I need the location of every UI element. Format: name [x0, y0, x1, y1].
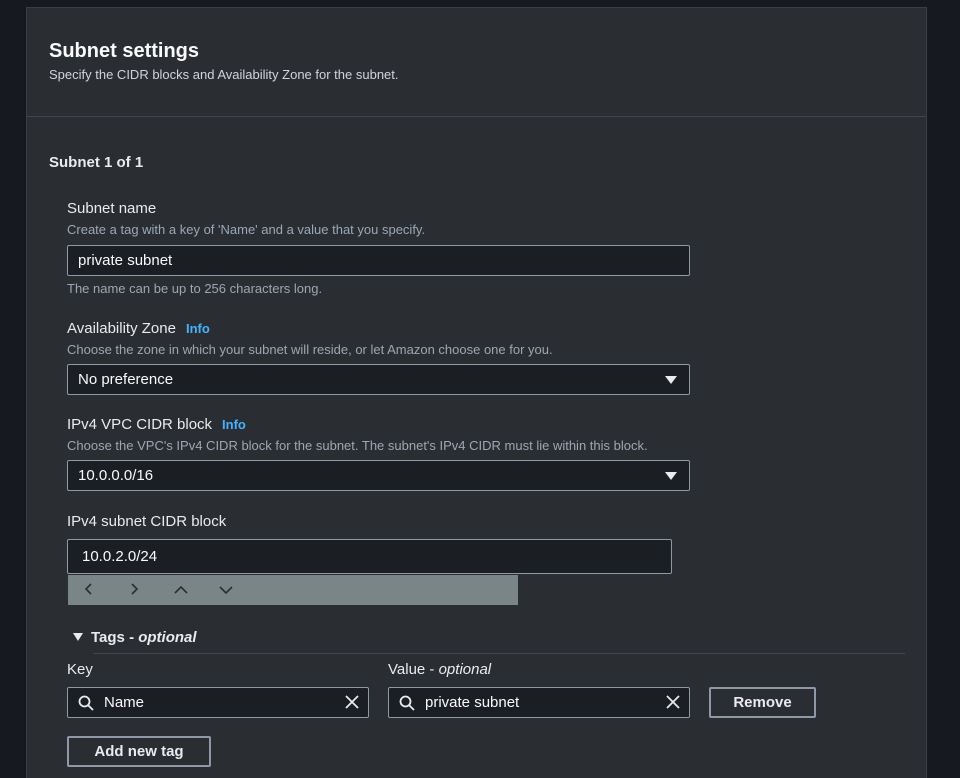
- subnet-name-input[interactable]: private subnet: [67, 245, 690, 276]
- subnet-cidr-value: 10.0.2.0/24: [82, 548, 158, 565]
- tags-label: Tags -: [91, 629, 139, 646]
- subnet-name-value: private subnet: [78, 252, 173, 269]
- clear-icon[interactable]: [665, 694, 681, 710]
- tag-key-header: Key: [67, 661, 93, 678]
- availability-zone-label-text: Availability Zone: [67, 320, 176, 337]
- tag-value-optional: optional: [438, 661, 492, 678]
- search-icon: [78, 695, 94, 711]
- caret-down-icon: [665, 471, 677, 480]
- vpc-cidr-select[interactable]: 10.0.0.0/16: [67, 460, 690, 491]
- tag-value-value: private subnet: [425, 694, 520, 711]
- subnet-name-label: Subnet name: [67, 200, 157, 217]
- availability-zone-description: Choose the zone in which your subnet wil…: [67, 342, 553, 357]
- add-new-tag-button[interactable]: Add new tag: [67, 736, 211, 767]
- tags-optional-label: optional: [138, 629, 197, 646]
- clear-icon[interactable]: [344, 694, 360, 710]
- remove-tag-button[interactable]: Remove: [709, 687, 816, 718]
- panel-header: Subnet settings Specify the CIDR blocks …: [27, 8, 926, 117]
- section-title: Subnet settings: [49, 40, 200, 62]
- availability-zone-label: Availability Zone Info: [67, 320, 210, 337]
- cidr-stepper-toolbar: [68, 575, 518, 605]
- section-subtitle: Specify the CIDR blocks and Availability…: [49, 67, 399, 82]
- chevron-left-icon[interactable]: [84, 582, 129, 598]
- subnet-settings-panel: Subnet settings Specify the CIDR blocks …: [26, 7, 927, 778]
- vpc-cidr-info-link[interactable]: Info: [222, 417, 246, 432]
- tag-key-value: Name: [104, 694, 145, 711]
- subnet-cidr-input[interactable]: 10.0.2.0/24: [67, 539, 672, 574]
- subnet-cidr-label: IPv4 subnet CIDR block: [67, 513, 227, 530]
- caret-down-icon: [665, 375, 677, 384]
- vpc-cidr-description: Choose the VPC's IPv4 CIDR block for the…: [67, 438, 648, 453]
- chevron-right-icon[interactable]: [129, 582, 174, 598]
- caret-down-icon: [73, 633, 83, 642]
- subnet-name-hint: The name can be up to 256 characters lon…: [67, 281, 323, 296]
- vpc-cidr-label: IPv4 VPC CIDR block Info: [67, 416, 246, 433]
- availability-zone-info-link[interactable]: Info: [186, 321, 210, 336]
- tag-value-input[interactable]: private subnet: [388, 687, 690, 718]
- availability-zone-value: No preference: [78, 371, 174, 388]
- chevron-down-icon[interactable]: [219, 582, 264, 598]
- tag-value-header: Value - optional: [388, 661, 491, 678]
- chevron-up-icon[interactable]: [174, 582, 219, 598]
- subnet-counter: Subnet 1 of 1: [49, 154, 144, 171]
- subnet-name-description: Create a tag with a key of 'Name' and a …: [67, 222, 426, 237]
- tag-key-input[interactable]: Name: [67, 687, 369, 718]
- tags-divider: [93, 653, 905, 654]
- vpc-cidr-value: 10.0.0.0/16: [78, 467, 154, 484]
- tag-value-header-text: Value -: [388, 661, 439, 678]
- availability-zone-select[interactable]: No preference: [67, 364, 690, 395]
- search-icon: [399, 695, 415, 711]
- tags-expander[interactable]: Tags - optional: [73, 629, 197, 646]
- vpc-cidr-label-text: IPv4 VPC CIDR block: [67, 416, 213, 433]
